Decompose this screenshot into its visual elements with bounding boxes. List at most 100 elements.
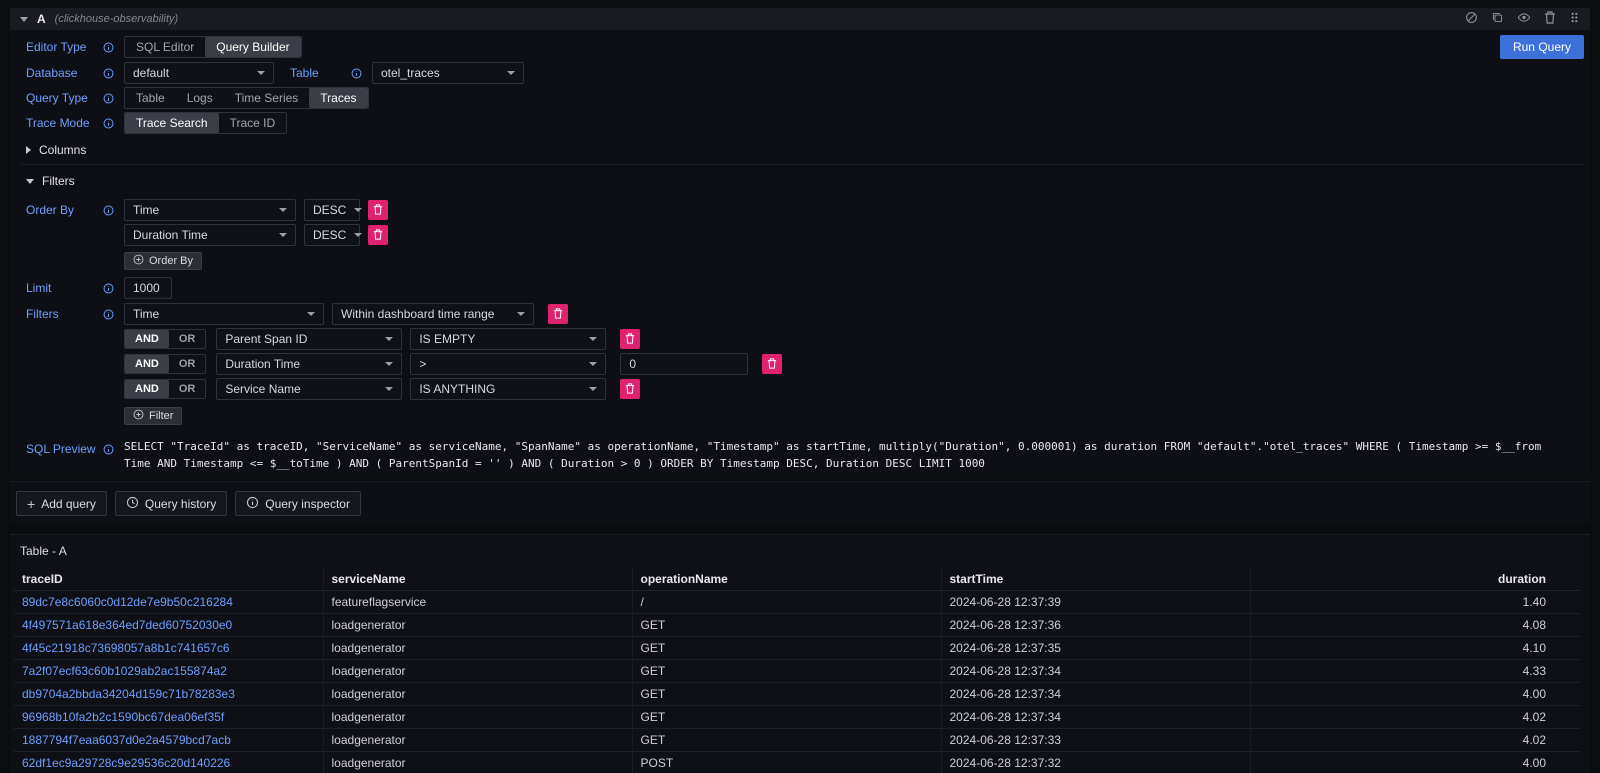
filter-operator-value: IS ANYTHING xyxy=(419,382,495,396)
trace-mode-option-trace-search[interactable]: Trace Search xyxy=(125,113,219,133)
chevron-down-icon xyxy=(279,208,287,212)
results-panel: Table - A traceID serviceName operationN… xyxy=(10,534,1590,773)
trace-id-link[interactable]: 96968b10fa2b2c1590bc67dea06ef35f xyxy=(22,710,224,724)
trace-id-link[interactable]: 89dc7e8c6060c0d12de7e9b50c216284 xyxy=(22,595,233,609)
chevron-down-icon xyxy=(589,387,597,391)
query-type-label-box: Query Type xyxy=(26,87,114,109)
chevron-down-icon xyxy=(385,387,393,391)
remove-order-by-button[interactable] xyxy=(368,200,388,220)
query-type-option-logs[interactable]: Logs xyxy=(176,88,224,108)
service-name-cell: loadgenerator xyxy=(323,683,632,706)
info-icon[interactable] xyxy=(351,68,362,79)
table-select[interactable]: otel_traces xyxy=(372,62,524,84)
filter-operator-select[interactable]: Within dashboard time range xyxy=(332,303,534,325)
trace-mode-label: Trace Mode xyxy=(26,116,90,130)
filter-condition-row: AND OR Duration Time > xyxy=(124,353,782,375)
filter-operator-select[interactable]: IS EMPTY xyxy=(410,328,606,350)
trace-id-link[interactable]: 1887794f7eaa6037d0e2a4579bcd7acb xyxy=(22,733,231,747)
conjunction-and-option[interactable]: AND xyxy=(125,330,169,348)
info-icon[interactable] xyxy=(103,93,114,104)
trace-id-link[interactable]: db9704a2bbda34204d159c71b78283e3 xyxy=(22,687,235,701)
order-by-field-select[interactable]: Duration Time xyxy=(124,224,296,246)
column-header-operation-name[interactable]: operationName xyxy=(632,568,941,591)
query-inspector-button[interactable]: Query inspector xyxy=(235,491,361,516)
chevron-down-icon xyxy=(307,312,315,316)
trace-id-link[interactable]: 7a2f07ecf63c60b1029ab2ac155874a2 xyxy=(22,664,227,678)
info-icon[interactable] xyxy=(103,205,114,216)
chevron-down-icon xyxy=(589,362,597,366)
filter-value-input[interactable] xyxy=(620,353,748,375)
info-icon[interactable] xyxy=(103,68,114,79)
conjunction-or-option[interactable]: OR xyxy=(169,380,206,398)
add-query-button[interactable]: + Add query xyxy=(16,491,107,516)
info-icon[interactable] xyxy=(103,309,114,320)
query-history-button[interactable]: Query history xyxy=(115,491,227,516)
trace-id-link[interactable]: 4f45c21918c73698057a8b1c741657c6 xyxy=(22,641,230,655)
remove-filter-button[interactable] xyxy=(620,329,640,349)
chevron-down-icon xyxy=(26,179,34,184)
start-time-cell: 2024-06-28 12:37:36 xyxy=(941,614,1250,637)
remove-query-button[interactable] xyxy=(1544,11,1556,27)
panel-title[interactable]: Table - A xyxy=(14,542,67,568)
trash-icon xyxy=(1544,11,1556,27)
order-by-field-select[interactable]: Time xyxy=(124,199,296,221)
trace-id-cell: 4f45c21918c73698057a8b1c741657c6 xyxy=(14,637,323,660)
columns-section-toggle[interactable]: Columns xyxy=(26,141,1584,159)
disable-query-button[interactable] xyxy=(1465,11,1478,27)
sql-preview-label-box: SQL Preview xyxy=(26,438,114,460)
duplicate-query-button[interactable] xyxy=(1491,11,1504,27)
column-header-duration[interactable]: duration xyxy=(1250,568,1580,591)
duration-cell: 1.40 xyxy=(1250,591,1580,614)
conjunction-or-option[interactable]: OR xyxy=(169,330,206,348)
query-type-option-traces[interactable]: Traces xyxy=(309,88,367,108)
database-select[interactable]: default xyxy=(124,62,274,84)
editor-type-radio-group: SQL Editor Query Builder xyxy=(124,36,302,58)
add-order-by-button[interactable]: Order By xyxy=(124,252,202,270)
drag-handle[interactable] xyxy=(1569,11,1580,27)
remove-filter-button[interactable] xyxy=(762,354,782,374)
results-table-body: 89dc7e8c6060c0d12de7e9b50c216284 feature… xyxy=(14,591,1580,773)
conjunction-or-option[interactable]: OR xyxy=(169,355,206,373)
service-name-cell: loadgenerator xyxy=(323,614,632,637)
info-icon[interactable] xyxy=(103,118,114,129)
column-header-start-time[interactable]: startTime xyxy=(941,568,1250,591)
collapse-query-chevron-icon[interactable] xyxy=(20,17,28,22)
filter-field-select[interactable]: Service Name xyxy=(216,378,402,400)
editor-type-option-sql-editor[interactable]: SQL Editor xyxy=(125,37,205,57)
conjunction-and-option[interactable]: AND xyxy=(125,380,169,398)
trace-id-link[interactable]: 4f497571a618e364ed7ded60752030e0 xyxy=(22,618,232,632)
filter-operator-select[interactable]: IS ANYTHING xyxy=(410,378,606,400)
conjunction-and-option[interactable]: AND xyxy=(125,355,169,373)
filter-operator-select[interactable]: > xyxy=(410,353,606,375)
order-by-direction-select[interactable]: DESC xyxy=(304,224,360,246)
info-icon[interactable] xyxy=(103,42,114,53)
table-row: 4f45c21918c73698057a8b1c741657c6 loadgen… xyxy=(14,637,1580,660)
remove-order-by-button[interactable] xyxy=(368,225,388,245)
column-header-trace-id[interactable]: traceID xyxy=(14,568,323,591)
query-type-option-table[interactable]: Table xyxy=(125,88,176,108)
filter-field-select[interactable]: Parent Span ID xyxy=(216,328,402,350)
filter-field-select[interactable]: Time xyxy=(124,303,324,325)
run-query-button[interactable]: Run Query xyxy=(1500,35,1584,59)
limit-input[interactable] xyxy=(124,277,172,299)
hide-response-button[interactable] xyxy=(1517,11,1531,27)
table-row: 1887794f7eaa6037d0e2a4579bcd7acb loadgen… xyxy=(14,729,1580,752)
editor-type-option-query-builder[interactable]: Query Builder xyxy=(205,37,300,57)
query-type-option-time-series[interactable]: Time Series xyxy=(224,88,310,108)
column-header-service-name[interactable]: serviceName xyxy=(323,568,632,591)
trace-mode-option-trace-id[interactable]: Trace ID xyxy=(219,113,287,133)
add-filter-button[interactable]: Filter xyxy=(124,407,182,425)
filter-field-select[interactable]: Duration Time xyxy=(216,353,402,375)
info-icon[interactable] xyxy=(103,283,114,294)
start-time-cell: 2024-06-28 12:37:33 xyxy=(941,729,1250,752)
remove-filter-button[interactable] xyxy=(548,304,568,324)
filter-field-value: Service Name xyxy=(225,382,300,396)
order-by-direction-select[interactable]: DESC xyxy=(304,199,360,221)
remove-filter-button[interactable] xyxy=(620,379,640,399)
order-by-field-value: Duration Time xyxy=(133,228,208,242)
info-icon[interactable] xyxy=(103,444,114,455)
query-header-actions xyxy=(1465,11,1580,27)
query-type-radio-group: Table Logs Time Series Traces xyxy=(124,87,369,109)
filters-section-toggle[interactable]: Filters xyxy=(26,172,1584,190)
trace-id-link[interactable]: 62df1ec9a29728c9e29536c20d140226 xyxy=(22,756,230,770)
